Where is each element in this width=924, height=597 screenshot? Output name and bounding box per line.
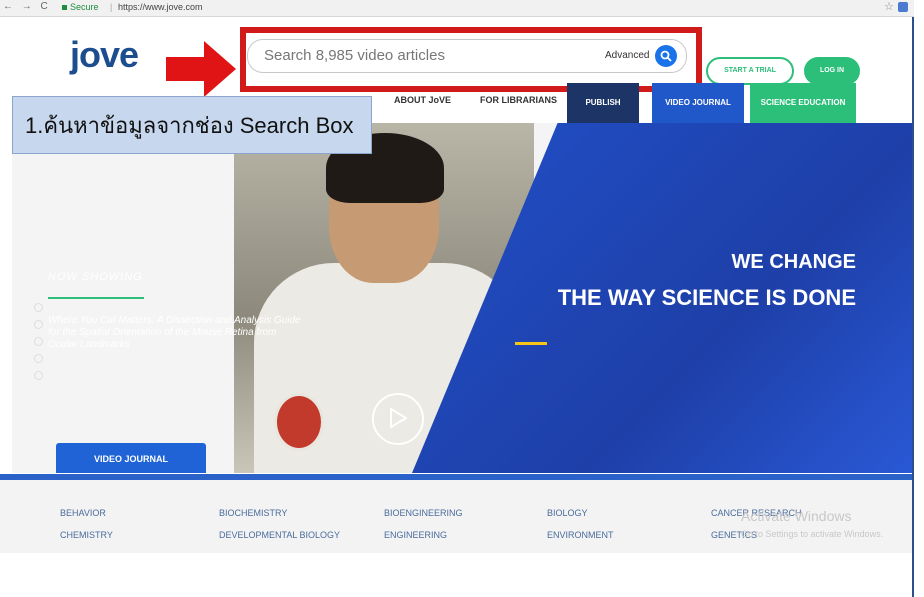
secure-label: Secure [70, 2, 99, 12]
now-showing-label: NOW SHOWING [48, 271, 143, 283]
activate-windows-watermark: Activate Windows [741, 508, 852, 524]
category-environment[interactable]: ENVIRONMENT [547, 530, 614, 540]
featured-article-title[interactable]: Where You Cut Matters: A Dissection and … [48, 315, 308, 351]
nav-for-librarians[interactable]: FOR LIBRARIANS [480, 95, 557, 105]
instruction-callout: 1.ค้นหาข้อมูลจากช่อง Search Box [12, 96, 372, 154]
start-trial-button[interactable]: START A TRIAL [706, 57, 794, 85]
hero-banner: WE CHANGE THE WAY SCIENCE IS DONE NOW SH… [12, 123, 912, 473]
coat-patch [274, 393, 324, 451]
jove-logo[interactable]: jove [70, 37, 139, 73]
category-biology[interactable]: BIOLOGY [547, 508, 588, 518]
category-behavior[interactable]: BEHAVIOR [60, 508, 106, 518]
secure-indicator: Secure [62, 2, 99, 12]
carousel-dot[interactable] [34, 371, 43, 380]
tagline-accent [515, 342, 547, 345]
nav-tile-science-education[interactable]: SCIENCE EDUCATION [750, 83, 856, 123]
nav-tile-publish[interactable]: PUBLISH [567, 83, 639, 123]
url-separator: | [110, 2, 113, 12]
nav-about-jove[interactable]: ABOUT JoVE [394, 95, 451, 105]
nav-tile-video-journal[interactable]: VIDEO JOURNAL [652, 83, 744, 123]
carousel-dots[interactable] [34, 303, 43, 388]
category-biochemistry[interactable]: BIOCHEMISTRY [219, 508, 287, 518]
carousel-dot[interactable] [34, 320, 43, 329]
carousel-dot[interactable] [34, 354, 43, 363]
tagline-line2: THE WAY SCIENCE IS DONE [557, 285, 856, 310]
category-chemistry[interactable]: CHEMISTRY [60, 530, 113, 540]
play-icon [390, 408, 407, 428]
extension-icon[interactable] [898, 2, 908, 12]
now-showing-underline [48, 297, 144, 299]
tagline-line1: WE CHANGE [731, 251, 856, 273]
address-bar[interactable]: https://www.jove.com [118, 2, 203, 12]
browser-nav-buttons[interactable]: ← → C [3, 1, 51, 12]
category-engineering[interactable]: ENGINEERING [384, 530, 447, 540]
login-button[interactable]: LOG IN [804, 57, 860, 85]
activate-windows-hint: Go to Settings to activate Windows. [741, 529, 884, 539]
category-bioengineering[interactable]: BIOENGINEERING [384, 508, 463, 518]
bookmark-star-icon[interactable]: ☆ [884, 0, 894, 13]
carousel-dot[interactable] [34, 303, 43, 312]
category-developmental-biology[interactable]: DEVELOPMENTAL BIOLOGY [219, 530, 340, 540]
lock-icon [62, 5, 67, 10]
carousel-dot[interactable] [34, 337, 43, 346]
play-button[interactable] [372, 393, 424, 445]
browser-toolbar: ← → C Secure | https://www.jove.com ☆ [0, 0, 914, 17]
video-journal-tab[interactable]: VIDEO JOURNAL [56, 443, 206, 473]
